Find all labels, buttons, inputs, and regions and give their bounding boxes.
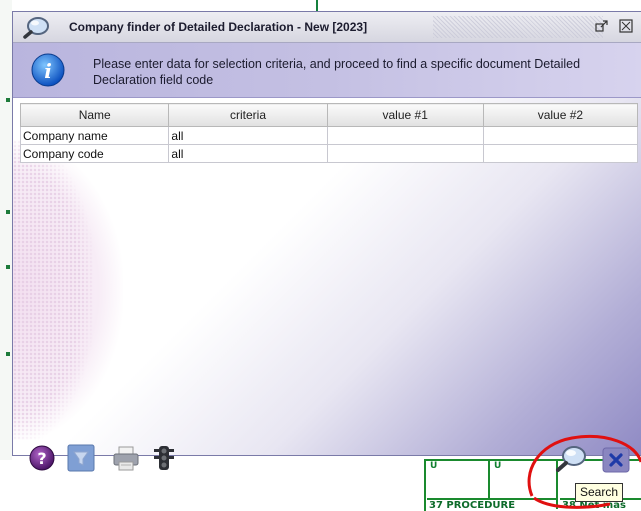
dialog-decoration (13, 140, 93, 440)
info-message: Please enter data for selection criteria… (93, 57, 581, 87)
row-name-cell: Company code (19, 144, 170, 163)
row-value2-cell[interactable] (482, 144, 639, 163)
search-tooltip: Search (575, 483, 624, 502)
row-value2-cell[interactable] (482, 126, 639, 145)
background-field-mark: U (494, 461, 502, 471)
row-value1-cell[interactable] (326, 144, 484, 163)
row-value1-cell[interactable] (326, 126, 484, 145)
column-header-value2[interactable]: value #2 (482, 103, 639, 127)
title-bar[interactable]: Company finder of Detailed Declaration -… (13, 12, 641, 43)
criteria-table: Name criteria value #1 value #2 Company … (19, 103, 639, 163)
background-left-edge (0, 0, 12, 460)
traffic-light-icon[interactable] (150, 444, 178, 472)
info-panel: i Please enter data for selection criter… (13, 43, 641, 98)
window-title: Company finder of Detailed Declaration -… (69, 20, 368, 34)
column-header-name[interactable]: Name (19, 103, 170, 127)
undock-icon[interactable] (595, 19, 609, 33)
column-header-criteria[interactable]: criteria (168, 103, 328, 127)
svg-text:i: i (44, 59, 52, 83)
maximize-icon[interactable] (619, 19, 633, 33)
table-header-row: Name criteria value #1 value #2 (19, 103, 639, 127)
background-mark (6, 352, 10, 356)
table-row[interactable]: Company code all (19, 144, 639, 163)
row-criteria-cell[interactable]: all (168, 144, 328, 163)
help-icon[interactable]: ? (28, 444, 56, 472)
background-mark (6, 98, 10, 102)
background-field-mark: U (430, 461, 438, 471)
printer-icon[interactable] (112, 444, 140, 472)
table-row[interactable]: Company name all (19, 126, 639, 145)
filter-icon[interactable] (67, 444, 95, 472)
svg-text:?: ? (37, 449, 46, 468)
row-criteria-cell[interactable]: all (168, 126, 328, 145)
magnifier-icon (23, 17, 49, 39)
title-bar-texture (433, 16, 603, 38)
info-icon: i (31, 53, 65, 87)
row-name-cell: Company name (19, 126, 170, 145)
column-header-value1[interactable]: value #1 (326, 103, 484, 127)
background-mark (6, 265, 10, 269)
company-finder-dialog: Company finder of Detailed Declaration -… (12, 11, 641, 456)
background-mark (6, 210, 10, 214)
